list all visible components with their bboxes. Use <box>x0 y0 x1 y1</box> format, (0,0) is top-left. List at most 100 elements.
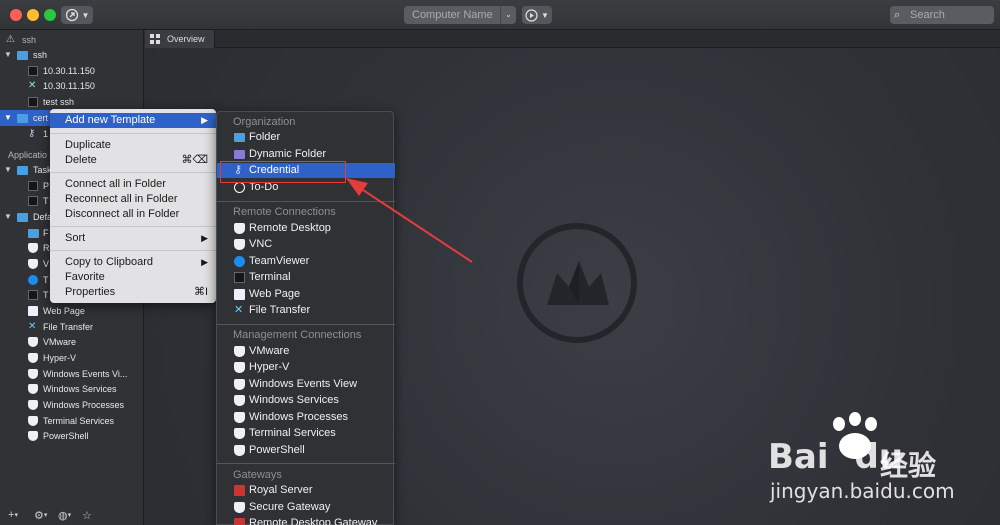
menu-item-label: Secure Gateway <box>249 501 331 513</box>
menu-item-delete[interactable]: Delete ⌘⌫ <box>50 153 216 168</box>
sidebar-folder-label: Task <box>33 165 52 175</box>
menu-item-label: Connect all in Folder <box>65 178 166 190</box>
sidebar-item-label: Hyper-V <box>43 353 77 363</box>
submenu-section-header: Organization <box>233 116 296 128</box>
connect-menu-button[interactable]: ▼ <box>61 6 93 24</box>
menu-item-add-new-template[interactable]: Add new Template ▶ <box>50 113 216 128</box>
menu-separator <box>50 250 216 251</box>
menu-item-duplicate[interactable]: Duplicate <box>50 138 216 153</box>
sidebar-folder-ssh[interactable]: ▼ ssh <box>0 47 143 63</box>
shield-icon <box>234 239 245 250</box>
menu-item-copy-to-clipboard[interactable]: Copy to Clipboard ▶ <box>50 255 216 270</box>
sidebar-item-label: Windows Services <box>43 384 117 394</box>
menu-item-label: Add new Template <box>65 114 156 126</box>
menu-separator <box>50 172 216 173</box>
menu-item-disconnect-all[interactable]: Disconnect all in Folder <box>50 207 216 222</box>
terminal-icon <box>28 181 38 191</box>
submenu-item-windows-services[interactable]: Windows Services <box>217 393 395 408</box>
gear-icon[interactable]: ⚙ ▾ <box>34 509 47 522</box>
file-transfer-icon: ✕ <box>28 80 37 91</box>
submenu-arrow-icon: ▶ <box>201 115 208 125</box>
submenu-item-folder[interactable]: Folder <box>217 130 395 145</box>
sidebar-item-web-page[interactable]: Web Page <box>0 303 143 319</box>
menu-item-label: Windows Services <box>249 394 339 406</box>
submenu-item-dynamic-folder[interactable]: Dynamic Folder <box>217 147 395 162</box>
submenu-item-web-page[interactable]: Web Page <box>217 287 395 302</box>
sidebar-item-test-ssh[interactable]: test ssh <box>0 94 143 110</box>
sidebar-header-ssh[interactable]: ⚠ ssh <box>0 32 143 48</box>
watermark-brand-bai: Bai <box>768 437 829 477</box>
sidebar-item-windows-services[interactable]: Windows Services <box>0 381 143 397</box>
sidebar-item-powershell[interactable]: PowerShell <box>0 428 143 444</box>
sidebar-item-label: Terminal Services <box>43 416 115 426</box>
sidebar-item-label: T <box>43 196 49 206</box>
submenu-item-terminal[interactable]: Terminal <box>217 270 395 285</box>
tab-label: Overview <box>167 34 205 44</box>
shield-icon <box>28 243 38 253</box>
menu-item-connect-all[interactable]: Connect all in Folder <box>50 177 216 192</box>
star-icon[interactable]: ☆ <box>82 509 92 522</box>
sidebar-item-vmware[interactable]: VMware <box>0 334 143 350</box>
shield-icon <box>234 428 245 439</box>
search-placeholder: Search <box>910 9 945 21</box>
terminal-icon <box>28 196 38 206</box>
sidebar-item-file-transfer[interactable]: ✕ File Transfer <box>0 319 143 335</box>
disclosure-triangle-icon[interactable]: ▼ <box>4 110 12 126</box>
submenu-item-remote-desktop-gateway[interactable]: Remote Desktop Gateway <box>217 516 395 525</box>
chevron-down-icon[interactable]: ⌄ <box>500 6 516 24</box>
submenu-item-royal-server[interactable]: Royal Server <box>217 483 395 498</box>
menu-item-label: File Transfer <box>249 304 311 316</box>
zoom-window-button[interactable] <box>44 9 56 21</box>
disclosure-triangle-icon[interactable]: ▼ <box>4 47 12 63</box>
submenu-item-powershell[interactable]: PowerShell <box>217 443 395 458</box>
sidebar-item-windows-processes[interactable]: Windows Processes <box>0 397 143 413</box>
disclosure-triangle-icon[interactable]: ▼ <box>4 162 12 178</box>
sidebar-item-hyperv[interactable]: Hyper-V <box>0 350 143 366</box>
disclosure-triangle-icon[interactable]: ▼ <box>4 209 12 225</box>
submenu-item-vmware[interactable]: VMware <box>217 344 395 359</box>
sidebar-item-label: test ssh <box>43 97 75 107</box>
submenu-item-teamviewer[interactable]: TeamViewer <box>217 254 395 269</box>
sidebar-item-windows-events[interactable]: Windows Events Vi... <box>0 366 143 382</box>
submenu-item-file-transfer[interactable]: ✕ File Transfer <box>217 303 395 318</box>
sidebar-item-ssh-1[interactable]: 10.30.11.150 <box>0 63 143 79</box>
play-icon <box>525 8 538 22</box>
computer-name-combobox[interactable]: Computer Name ⌄ <box>404 6 516 24</box>
submenu-item-windows-events-view[interactable]: Windows Events View <box>217 377 395 392</box>
add-icon[interactable]: + ▾ <box>8 509 18 521</box>
sidebar-item-label: Windows Events Vi... <box>43 369 128 379</box>
submenu-item-remote-desktop[interactable]: Remote Desktop <box>217 221 395 236</box>
tab-overview[interactable]: Overview <box>145 30 215 48</box>
sidebar-item-ssh-2[interactable]: ✕ 10.30.11.150 <box>0 78 143 94</box>
submenu-section-header: Remote Connections <box>233 206 336 218</box>
menu-item-label: VNC <box>249 238 273 250</box>
shield-icon <box>234 379 245 390</box>
menu-item-properties[interactable]: Properties ⌘I <box>50 285 216 300</box>
file-transfer-icon: ✕ <box>28 321 37 332</box>
menu-item-reconnect-all[interactable]: Reconnect all in Folder <box>50 192 216 207</box>
warning-icon: ⚠ <box>6 34 15 45</box>
submenu-item-hyperv[interactable]: Hyper-V <box>217 360 395 375</box>
minimize-window-button[interactable] <box>27 9 39 21</box>
shield-icon <box>28 353 38 363</box>
submenu-arrow-icon: ▶ <box>201 233 208 243</box>
menu-item-favorite[interactable]: Favorite <box>50 270 216 285</box>
submenu-item-vnc[interactable]: VNC <box>217 237 395 252</box>
menu-item-label: Remote Desktop <box>249 222 331 234</box>
sidebar-bottom-toolbar: + ▾ ⚙ ▾ ◍ ▾ ☆ <box>0 507 143 525</box>
search-field[interactable]: ⌕ Search <box>890 6 994 24</box>
play-menu-button[interactable]: ▼ <box>522 6 552 24</box>
globe-icon[interactable]: ◍ ▾ <box>58 509 71 522</box>
menu-item-label: Disconnect all in Folder <box>65 208 180 220</box>
menu-item-sort[interactable]: Sort ▶ <box>50 231 216 246</box>
sidebar-item-terminal-services[interactable]: Terminal Services <box>0 413 143 429</box>
close-window-button[interactable] <box>10 9 22 21</box>
menu-item-label: Windows Events View <box>249 378 358 390</box>
submenu-section-header: Management Connections <box>233 329 362 341</box>
sidebar-item-label: 1 <box>43 129 49 139</box>
submenu-arrow-icon: ▶ <box>201 257 208 267</box>
submenu-item-windows-processes[interactable]: Windows Processes <box>217 410 395 425</box>
submenu-item-terminal-services[interactable]: Terminal Services <box>217 426 395 441</box>
submenu-item-secure-gateway[interactable]: Secure Gateway <box>217 500 395 515</box>
menu-item-label: TeamViewer <box>249 255 310 267</box>
